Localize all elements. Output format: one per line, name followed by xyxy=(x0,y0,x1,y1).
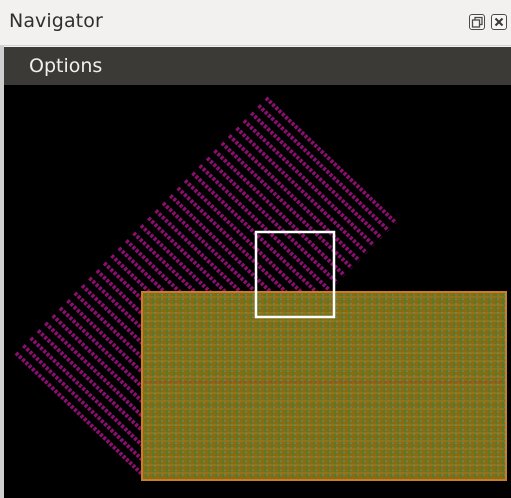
layout-overview[interactable] xyxy=(4,85,511,498)
close-button[interactable] xyxy=(491,14,507,30)
navigator-canvas[interactable] xyxy=(4,85,511,498)
restore-icon xyxy=(471,16,483,28)
title-bar: Navigator xyxy=(0,0,511,46)
navigator-panel: Navigator Options xyxy=(0,0,511,498)
close-icon xyxy=(494,17,504,27)
options-menu[interactable]: Options xyxy=(29,55,102,77)
grid-block xyxy=(141,291,507,481)
options-bar: Options xyxy=(4,47,511,85)
panel-title: Navigator xyxy=(9,10,103,32)
float-button[interactable] xyxy=(469,14,485,30)
